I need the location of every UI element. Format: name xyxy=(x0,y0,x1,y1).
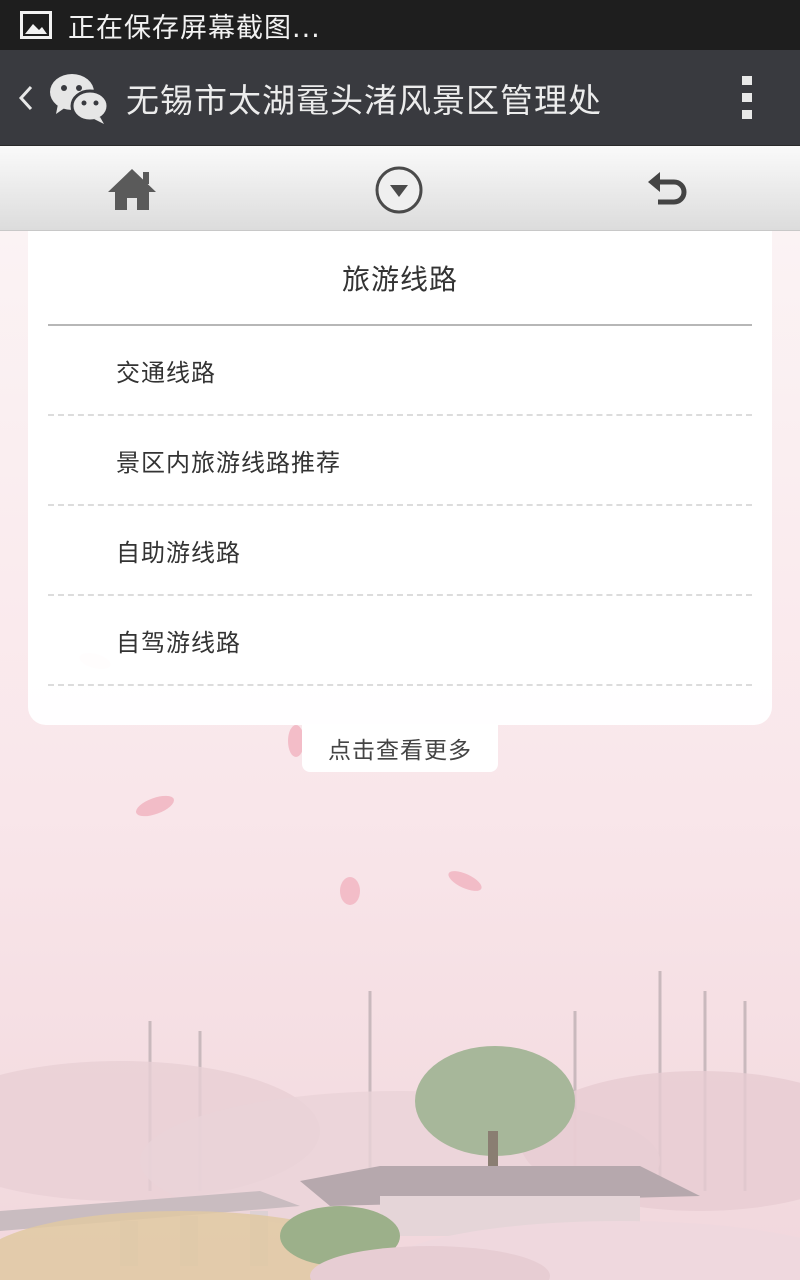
view-more-button[interactable]: 点击查看更多 xyxy=(302,724,498,772)
dropdown-circle-icon xyxy=(375,166,423,214)
page-title: 无锡市太湖鼋头渚风景区管理处 xyxy=(126,80,602,120)
more-vertical-icon[interactable] xyxy=(740,76,754,120)
title-bar: 无锡市太湖鼋头渚风景区管理处 xyxy=(0,50,800,146)
dropdown-menu-button[interactable] xyxy=(371,164,427,216)
wechat-icon xyxy=(50,73,110,124)
list-item-self-guided-route[interactable]: 自助游线路 xyxy=(48,506,752,596)
home-icon xyxy=(108,169,156,210)
undo-arrow-icon xyxy=(648,172,687,205)
image-icon xyxy=(20,11,52,39)
list-item-self-drive-route[interactable]: 自驾游线路 xyxy=(48,596,752,686)
section-title: 旅游线路 xyxy=(341,263,458,296)
home-button[interactable] xyxy=(104,164,160,216)
toolbar xyxy=(0,146,800,231)
route-card: 旅游线路 交通线路 景区内旅游线路推荐 自助游线路 自驾游线路 xyxy=(28,231,772,725)
route-list: 交通线路 景区内旅游线路推荐 自助游线路 自驾游线路 xyxy=(48,326,752,686)
list-item-scenic-route[interactable]: 景区内旅游线路推荐 xyxy=(48,416,752,506)
status-bar: 正在保存屏幕截图... xyxy=(0,0,800,50)
chevron-left-icon[interactable] xyxy=(14,78,38,118)
status-text: 正在保存屏幕截图... xyxy=(68,12,321,44)
list-item-traffic-route[interactable]: 交通线路 xyxy=(48,326,752,416)
go-back-button[interactable] xyxy=(640,164,696,216)
